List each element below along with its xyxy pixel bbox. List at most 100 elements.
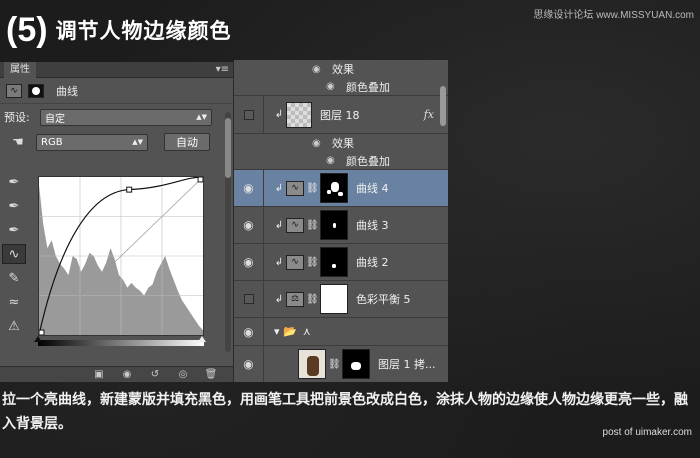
curves-graph[interactable]: [38, 176, 204, 336]
effect-item-row: ◉ 颜色叠加: [234, 152, 448, 170]
preset-select[interactable]: 自定 ▲▼: [40, 108, 212, 126]
chevron-updown-icon: ▲▼: [196, 113, 207, 121]
channel-value: RGB: [41, 136, 63, 148]
curves-adjustment-icon[interactable]: ∿: [6, 83, 22, 98]
link-chain-icon[interactable]: ⛓: [306, 220, 319, 231]
visibility-icon[interactable]: ◎: [176, 369, 190, 380]
clip-to-layer-icon[interactable]: ▣: [92, 369, 106, 380]
layer-name: 图层 1 拷...: [378, 358, 436, 371]
visibility-toggle[interactable]: ◉: [234, 244, 264, 280]
target-adjust-hand-icon[interactable]: ☚: [4, 132, 32, 152]
effect-item-label: 颜色叠加: [346, 80, 390, 94]
layer-row[interactable]: ◉ ↲ ∿ ⛓ 曲线 2: [234, 244, 448, 281]
layer-mask-thumbnail[interactable]: [320, 210, 348, 240]
properties-panel: 属性 ▾≡ ∿ 曲线 预设: 自定 ▲▼ ☚ RGB ▲▼ 自动 ✒ ✒ ✒ ∿…: [0, 62, 234, 382]
white-point-eyedropper-icon[interactable]: ✒: [2, 220, 26, 240]
curve-control-point: [126, 186, 133, 193]
channel-select[interactable]: RGB ▲▼: [36, 133, 148, 151]
preset-value: 自定: [45, 113, 65, 125]
group-row[interactable]: ◉ ▾ 📂 ⋏: [234, 318, 448, 346]
properties-footer: ▣ ◉ ↺ ◎ 🗑: [0, 366, 233, 382]
layers-scrollbar[interactable]: [440, 86, 446, 126]
white-point-slider[interactable]: [198, 336, 206, 342]
edit-points-curve-icon[interactable]: ∿: [2, 244, 26, 264]
preset-label: 预设:: [4, 111, 30, 124]
step-number: (5): [6, 10, 48, 49]
auto-button[interactable]: 自动: [164, 133, 210, 151]
layer-row[interactable]: ↲ ⚖ ⛓ 色彩平衡 5: [234, 281, 448, 318]
visibility-toggle[interactable]: [234, 96, 264, 133]
preset-row: 预设: 自定 ▲▼: [0, 104, 233, 130]
fx-icon[interactable]: fx: [424, 108, 434, 121]
properties-header: ∿ 曲线: [0, 78, 233, 104]
layer-name: 曲线 3: [356, 219, 389, 232]
curves-adjustment-icon: ∿: [286, 254, 304, 270]
layers-panel: ◉ 效果 ◉ 颜色叠加 ↲ 图层 18 fx ◉ 效果 ◉ 颜色叠加 ◉ ↲ ∿…: [234, 60, 448, 382]
eye-icon: ◉: [243, 357, 254, 371]
effects-row: ◉ 效果: [234, 134, 448, 152]
tab-properties[interactable]: 属性: [4, 62, 36, 78]
reset-icon[interactable]: ↺: [148, 369, 162, 380]
visibility-toggle[interactable]: ◉: [234, 318, 264, 345]
link-chain-icon[interactable]: ⛓: [306, 294, 319, 305]
layer-name: 曲线 2: [356, 256, 389, 269]
layer-mask-thumbnail[interactable]: [320, 173, 348, 203]
properties-tabbar: 属性 ▾≡: [0, 62, 233, 78]
link-chain-icon[interactable]: ⛓: [306, 183, 319, 194]
eye-icon: ◉: [243, 255, 254, 269]
smooth-curve-icon[interactable]: ≈: [2, 292, 26, 312]
layer-thumbnail: [298, 349, 326, 379]
chevron-updown-icon: ▲▼: [132, 138, 143, 146]
balance-scale-icon: ⚖: [286, 291, 304, 307]
layer-name: 曲线 4: [356, 182, 389, 195]
clipping-arrow-icon: ↲: [274, 256, 284, 268]
folder-icon[interactable]: ▾ 📂: [274, 325, 297, 338]
output-gradient-bar: [38, 340, 204, 346]
watermark-top: 思缘设计论坛 www.MISSYUAN.com: [533, 10, 694, 21]
link-chain-icon[interactable]: ⛓: [328, 359, 341, 370]
curve-control-point: [197, 177, 203, 183]
pencil-draw-icon[interactable]: ✎: [2, 268, 26, 288]
watermark-bottom: post of uimaker.com: [602, 427, 692, 438]
layer-thumbnail: [286, 101, 312, 128]
visibility-toggle[interactable]: ◉: [234, 207, 264, 243]
black-point-eyedropper-icon[interactable]: ✒: [2, 172, 26, 192]
effect-item-row: ◉ 颜色叠加: [234, 78, 448, 96]
effect-item-label: 颜色叠加: [346, 154, 390, 168]
visibility-off-box: [243, 294, 254, 304]
layer-mask-thumbnail[interactable]: [320, 247, 348, 277]
eye-icon[interactable]: ◉: [312, 138, 326, 149]
eye-icon[interactable]: ◉: [312, 64, 326, 75]
layer-row[interactable]: ◉ ↲ ∿ ⛓ 曲线 4: [234, 170, 448, 207]
visibility-toggle[interactable]: ◉: [234, 170, 264, 206]
layer-mask-thumbnail[interactable]: [342, 349, 370, 379]
tutorial-caption: 拉一个亮曲线，新建蒙版并填充黑色，用画笔工具把前景色改成白色，涂抹人物的边缘使人…: [2, 392, 688, 432]
mask-icon[interactable]: [28, 83, 44, 98]
visibility-toggle[interactable]: [234, 281, 264, 317]
trash-icon[interactable]: 🗑: [204, 369, 218, 380]
clipping-arrow-icon: ↲: [274, 109, 284, 120]
layer-row[interactable]: ↲ 图层 18 fx: [234, 96, 448, 134]
effects-label: 效果: [332, 63, 354, 76]
eye-icon: ◉: [243, 324, 254, 339]
panel-menu-icon[interactable]: ▾≡: [216, 64, 229, 75]
layer-mask-thumbnail[interactable]: [320, 284, 348, 314]
layer-row[interactable]: ◉ ↲ ∿ ⛓ 曲线 3: [234, 207, 448, 244]
clipping-warning-icon[interactable]: ⚠: [2, 316, 26, 336]
link-chain-icon[interactable]: ⛓: [306, 257, 319, 268]
clipping-arrow-icon: ↲: [274, 219, 284, 231]
view-previous-icon[interactable]: ◉: [120, 369, 134, 380]
visibility-toggle[interactable]: ◉: [234, 346, 264, 382]
effects-row: ◉ 效果: [234, 60, 448, 78]
black-point-slider[interactable]: [34, 336, 42, 342]
curves-adjustment-icon: ∿: [286, 217, 304, 233]
gray-point-eyedropper-icon[interactable]: ✒: [2, 196, 26, 216]
eye-icon[interactable]: ◉: [326, 81, 340, 92]
layer-name: 图层 18: [320, 108, 360, 122]
eye-icon: ◉: [243, 218, 254, 232]
curve-control-point: [39, 329, 45, 335]
layer-row[interactable]: ◉ ⛓ 图层 1 拷...: [234, 346, 448, 382]
step-heading: 调节人物边缘颜色: [55, 19, 232, 43]
properties-scrollbar[interactable]: [225, 112, 231, 352]
eye-icon[interactable]: ◉: [326, 155, 340, 166]
